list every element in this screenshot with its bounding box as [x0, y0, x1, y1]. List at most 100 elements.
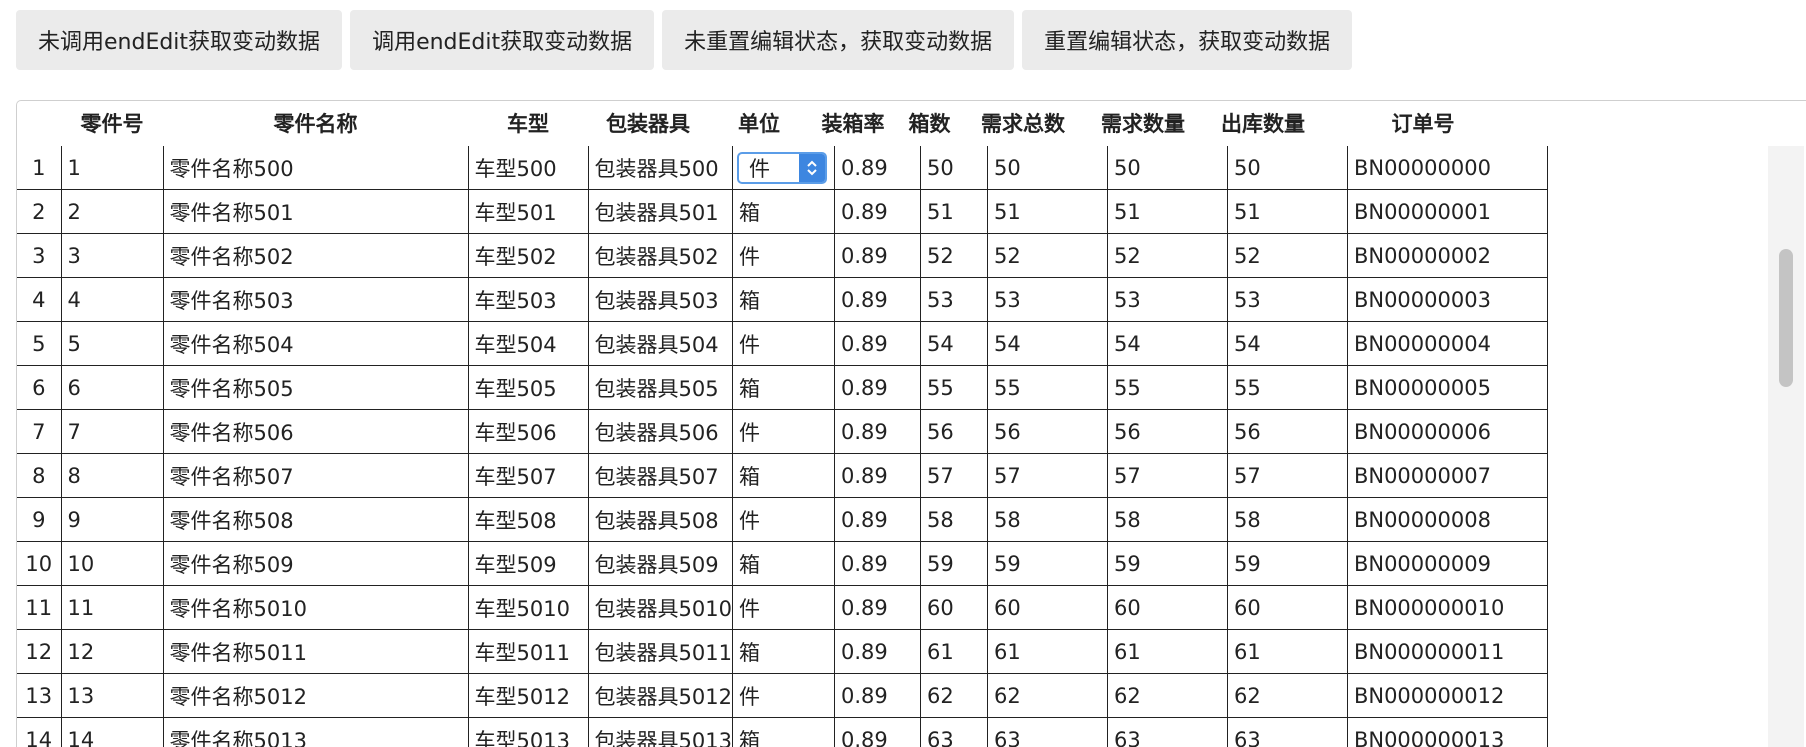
outbound-qty-cell[interactable]: 52 [1227, 234, 1347, 278]
unit-cell[interactable]: 箱 [732, 542, 834, 586]
header-packing-rate[interactable]: 装箱率 [810, 101, 896, 145]
table-row[interactable]: 44零件名称503车型503包装器具503箱0.8953535353BN0000… [17, 278, 1547, 322]
vertical-scrollbar[interactable] [1768, 146, 1804, 747]
box-count-cell[interactable]: 50 [920, 146, 987, 190]
box-count-cell[interactable]: 59 [920, 542, 987, 586]
box-count-cell[interactable]: 55 [920, 366, 987, 410]
order-no-cell[interactable]: BN00000000 [1347, 146, 1547, 190]
table-row[interactable]: 77零件名称506车型506包装器具506件0.8956565656BN0000… [17, 410, 1547, 454]
packing-rate-cell[interactable]: 0.89 [834, 410, 920, 454]
table-row[interactable]: 11零件名称500车型500包装器具500件0.8950505050BN0000… [17, 146, 1547, 190]
get-changes-without-reset-button[interactable]: 未重置编辑状态，获取变动数据 [662, 10, 1014, 70]
car-model-cell[interactable]: 车型5012 [468, 674, 588, 718]
packaging-cell[interactable]: 包装器具504 [588, 322, 732, 366]
header-outbound-qty[interactable]: 出库数量 [1203, 101, 1323, 145]
outbound-qty-cell[interactable]: 57 [1227, 454, 1347, 498]
part-no-cell[interactable]: 7 [61, 410, 163, 454]
part-no-cell[interactable]: 1 [61, 146, 163, 190]
demand-qty-cell[interactable]: 54 [1107, 322, 1227, 366]
part-no-cell[interactable]: 4 [61, 278, 163, 322]
outbound-qty-cell[interactable]: 59 [1227, 542, 1347, 586]
packaging-cell[interactable]: 包装器具501 [588, 190, 732, 234]
demand-qty-cell[interactable]: 52 [1107, 234, 1227, 278]
header-demand-qty[interactable]: 需求数量 [1083, 101, 1203, 145]
box-count-cell[interactable]: 62 [920, 674, 987, 718]
box-count-cell[interactable]: 61 [920, 630, 987, 674]
order-no-cell[interactable]: BN00000006 [1347, 410, 1547, 454]
table-row[interactable]: 1010零件名称509车型509包装器具509箱0.8959595959BN00… [17, 542, 1547, 586]
outbound-qty-cell[interactable]: 60 [1227, 586, 1347, 630]
packaging-cell[interactable]: 包装器具5010 [588, 586, 732, 630]
unit-cell[interactable]: 件 [732, 674, 834, 718]
part-name-cell[interactable]: 零件名称509 [163, 542, 468, 586]
part-no-cell[interactable]: 10 [61, 542, 163, 586]
table-row[interactable]: 55零件名称504车型504包装器具504件0.8954545454BN0000… [17, 322, 1547, 366]
outbound-qty-cell[interactable]: 58 [1227, 498, 1347, 542]
box-count-cell[interactable]: 53 [920, 278, 987, 322]
car-model-cell[interactable]: 车型507 [468, 454, 588, 498]
header-total-demand[interactable]: 需求总数 [963, 101, 1083, 145]
table-row[interactable]: 1414零件名称5013车型5013包装器具5013箱0.8963636363B… [17, 718, 1547, 747]
packaging-cell[interactable]: 包装器具506 [588, 410, 732, 454]
box-count-cell[interactable]: 58 [920, 498, 987, 542]
car-model-cell[interactable]: 车型506 [468, 410, 588, 454]
box-count-cell[interactable]: 63 [920, 718, 987, 747]
total-demand-cell[interactable]: 59 [987, 542, 1107, 586]
part-name-cell[interactable]: 零件名称500 [163, 146, 468, 190]
packing-rate-cell[interactable]: 0.89 [834, 542, 920, 586]
part-no-cell[interactable]: 12 [61, 630, 163, 674]
total-demand-cell[interactable]: 58 [987, 498, 1107, 542]
header-car-model[interactable]: 车型 [468, 101, 588, 145]
car-model-cell[interactable]: 车型5011 [468, 630, 588, 674]
demand-qty-cell[interactable]: 50 [1107, 146, 1227, 190]
packing-rate-cell[interactable]: 0.89 [834, 146, 920, 190]
box-count-cell[interactable]: 60 [920, 586, 987, 630]
total-demand-cell[interactable]: 56 [987, 410, 1107, 454]
part-name-cell[interactable]: 零件名称505 [163, 366, 468, 410]
part-name-cell[interactable]: 零件名称504 [163, 322, 468, 366]
unit-cell[interactable]: 箱 [732, 454, 834, 498]
demand-qty-cell[interactable]: 55 [1107, 366, 1227, 410]
header-part-name[interactable]: 零件名称 [163, 101, 468, 145]
part-no-cell[interactable]: 6 [61, 366, 163, 410]
outbound-qty-cell[interactable]: 56 [1227, 410, 1347, 454]
order-no-cell[interactable]: BN00000003 [1347, 278, 1547, 322]
outbound-qty-cell[interactable]: 55 [1227, 366, 1347, 410]
total-demand-cell[interactable]: 57 [987, 454, 1107, 498]
packaging-cell[interactable]: 包装器具5012 [588, 674, 732, 718]
table-row[interactable]: 1111零件名称5010车型5010包装器具5010件0.8960606060B… [17, 586, 1547, 630]
total-demand-cell[interactable]: 50 [987, 146, 1107, 190]
part-no-cell[interactable]: 13 [61, 674, 163, 718]
unit-cell[interactable]: 件 [732, 586, 834, 630]
header-part-no[interactable]: 零件号 [61, 101, 163, 145]
demand-qty-cell[interactable]: 51 [1107, 190, 1227, 234]
outbound-qty-cell[interactable]: 53 [1227, 278, 1347, 322]
total-demand-cell[interactable]: 60 [987, 586, 1107, 630]
part-name-cell[interactable]: 零件名称5010 [163, 586, 468, 630]
outbound-qty-cell[interactable]: 61 [1227, 630, 1347, 674]
part-no-cell[interactable]: 5 [61, 322, 163, 366]
part-no-cell[interactable]: 2 [61, 190, 163, 234]
unit-select[interactable]: 件 [737, 152, 827, 184]
packing-rate-cell[interactable]: 0.89 [834, 630, 920, 674]
total-demand-cell[interactable]: 52 [987, 234, 1107, 278]
get-changes-without-endedit-button[interactable]: 未调用endEdit获取变动数据 [16, 10, 342, 70]
header-packaging[interactable]: 包装器具 [588, 101, 708, 145]
packing-rate-cell[interactable]: 0.89 [834, 278, 920, 322]
part-name-cell[interactable]: 零件名称508 [163, 498, 468, 542]
scrollbar-thumb[interactable] [1779, 249, 1793, 387]
box-count-cell[interactable]: 51 [920, 190, 987, 234]
total-demand-cell[interactable]: 55 [987, 366, 1107, 410]
total-demand-cell[interactable]: 53 [987, 278, 1107, 322]
packing-rate-cell[interactable]: 0.89 [834, 718, 920, 747]
car-model-cell[interactable]: 车型505 [468, 366, 588, 410]
unit-cell[interactable]: 件 [732, 322, 834, 366]
box-count-cell[interactable]: 57 [920, 454, 987, 498]
order-no-cell[interactable]: BN00000007 [1347, 454, 1547, 498]
car-model-cell[interactable]: 车型504 [468, 322, 588, 366]
packaging-cell[interactable]: 包装器具5011 [588, 630, 732, 674]
demand-qty-cell[interactable]: 59 [1107, 542, 1227, 586]
part-name-cell[interactable]: 零件名称5012 [163, 674, 468, 718]
table-row[interactable]: 88零件名称507车型507包装器具507箱0.8957575757BN0000… [17, 454, 1547, 498]
select-updown-icon[interactable] [799, 154, 825, 182]
